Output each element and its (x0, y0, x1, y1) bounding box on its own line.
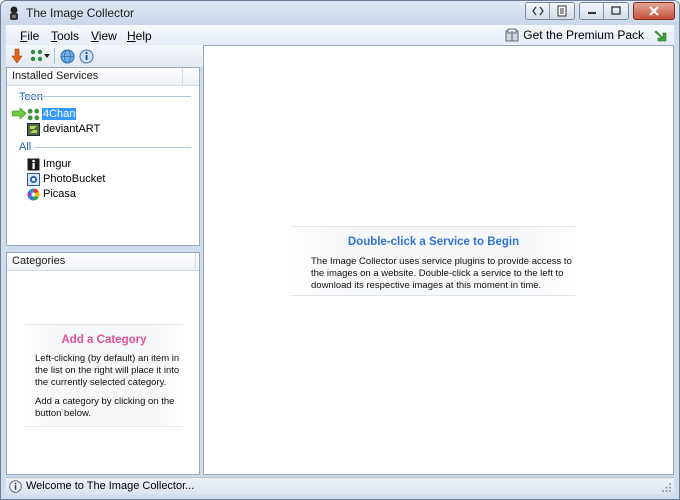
minimize-button[interactable] (580, 3, 604, 19)
maximize-icon (611, 6, 621, 15)
minimize-icon (587, 12, 596, 14)
group-divider (19, 96, 191, 97)
menu-help[interactable]: Help (127, 29, 152, 43)
imgur-icon (27, 158, 40, 170)
service-label: PhotoBucket (43, 173, 106, 185)
service-item-picasa[interactable]: Picasa (27, 187, 77, 201)
service-label: Imgur (43, 158, 72, 170)
document-icon (557, 5, 567, 17)
hint-line: Add a category by clicking on the (35, 396, 175, 407)
resize-grip-icon[interactable] (662, 483, 672, 493)
deviantart-icon (27, 122, 40, 136)
service-item-imgur[interactable]: Imgur (27, 157, 72, 171)
4chan-icon (27, 108, 40, 120)
app-window: The Image Collector File Tools View Help… (0, 0, 680, 500)
service-item-deviantart[interactable]: deviantART (27, 122, 101, 136)
service-label: 4Chan (42, 108, 77, 120)
service-label: Picasa (43, 188, 77, 200)
add-category-title: Add a Category (61, 334, 147, 346)
picasa-icon (27, 188, 40, 200)
status-bar: Welcome to The Image Collector... (6, 477, 674, 495)
categories-header: Categories (7, 253, 199, 271)
hint-line: button below. (35, 408, 91, 419)
status-info-icon (9, 480, 22, 493)
toolbar-separator (54, 48, 55, 64)
title-bar[interactable]: The Image Collector (1, 1, 679, 25)
group-divider (35, 147, 191, 148)
service-label: deviantART (43, 123, 101, 135)
begin-hint-title: Double-click a Service to Begin (347, 236, 520, 248)
maximize-button[interactable] (604, 3, 628, 19)
close-button[interactable] (633, 2, 675, 20)
installed-services-header: Installed Services (7, 68, 199, 86)
chevron-down-icon (44, 54, 50, 58)
info-icon (79, 49, 94, 63)
categories-title: Categories (12, 255, 66, 267)
code-view-button[interactable] (526, 3, 550, 19)
hint-line: the currently selected category. (35, 377, 167, 388)
group-label-all: All (19, 141, 32, 153)
installed-services-panel: Installed Services Teen 4Chan deviantART… (6, 67, 200, 246)
toolbar (6, 45, 203, 67)
window-controls-group (579, 2, 629, 20)
menu-tools[interactable]: Tools (51, 29, 79, 43)
header-separator (195, 253, 196, 271)
main-content-panel[interactable]: Double-click a Service to Begin The Imag… (203, 45, 674, 475)
caption-extra-group (525, 2, 575, 20)
begin-hint: Double-click a Service to Begin The Imag… (291, 226, 576, 296)
hint-line: the images on a website. Double-click a … (311, 268, 564, 279)
hint-line: Left-clicking (by default) an item in (35, 353, 180, 364)
info-button[interactable] (79, 48, 94, 64)
app-icon (10, 6, 18, 20)
hint-line: the list on the right will place it into (35, 365, 180, 376)
hint-line: The Image Collector uses service plugins… (311, 256, 572, 267)
down-arrow-icon (11, 48, 23, 64)
caption-buttons (525, 2, 675, 21)
group-label-teen: Teen (19, 91, 43, 103)
services-dropdown-button[interactable] (30, 48, 50, 64)
service-item-4chan[interactable]: 4Chan (27, 107, 77, 121)
menu-view[interactable]: View (91, 29, 117, 43)
green-arrow-icon[interactable] (654, 28, 668, 42)
hint-line: download its respective images at this m… (311, 280, 542, 291)
document-button[interactable] (550, 3, 574, 19)
photobucket-icon (27, 172, 40, 186)
premium-label: Get the Premium Pack (523, 28, 644, 42)
window-title: The Image Collector (26, 6, 135, 20)
header-separator (182, 68, 183, 86)
installed-services-title: Installed Services (12, 70, 99, 82)
premium-pack-button[interactable]: Get the Premium Pack (505, 28, 644, 42)
code-icon (531, 6, 544, 16)
status-text: Welcome to The Image Collector... (26, 480, 195, 492)
package-icon (505, 28, 519, 42)
selected-arrow-icon (12, 108, 27, 119)
grid-icon (30, 49, 43, 62)
web-button[interactable] (60, 48, 75, 64)
categories-panel: Categories Add a Category Left-clicking … (6, 252, 200, 475)
add-category-hint: Add a Category Left-clicking (by default… (25, 324, 183, 427)
download-button[interactable] (11, 48, 23, 64)
close-icon (649, 6, 659, 16)
menu-file[interactable]: File (20, 29, 39, 43)
globe-icon (60, 49, 75, 63)
menu-bar: File Tools View Help Get the Premium Pac… (6, 25, 674, 45)
service-item-photobucket[interactable]: PhotoBucket (27, 172, 106, 186)
